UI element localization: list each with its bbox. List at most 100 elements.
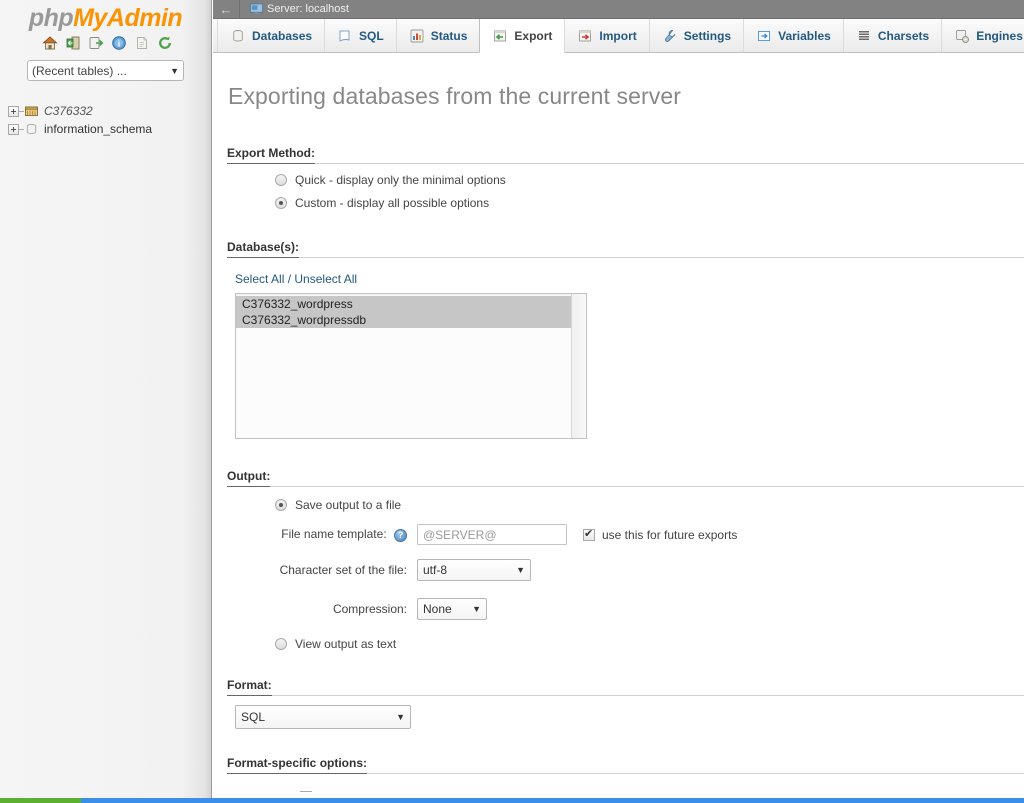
radio-save-to-file-label: Save output to a file xyxy=(295,498,402,512)
database-listbox[interactable]: C376332_wordpress C376332_wordpressdb xyxy=(235,293,587,439)
tab-label: Status xyxy=(430,28,468,43)
recent-tables-select[interactable]: (Recent tables) ... ▼ xyxy=(27,60,184,82)
format-value: SQL xyxy=(241,710,266,724)
phpmyadmin-export-page: phpMyAdmin i (Recent tables) ... ▼ C3763… xyxy=(0,0,1024,803)
tab-export[interactable]: Export xyxy=(479,19,566,53)
chevron-down-icon: ▼ xyxy=(170,65,179,76)
tab-settings[interactable]: Settings xyxy=(648,19,745,52)
database-icon xyxy=(26,124,37,135)
select-all-link[interactable]: Select All xyxy=(235,272,284,286)
svg-text:i: i xyxy=(118,40,120,49)
tab-import[interactable]: Import xyxy=(564,19,650,52)
export-icon xyxy=(494,30,507,41)
page-loading-bar-progress xyxy=(0,798,81,803)
tab-label: Databases xyxy=(252,28,313,43)
listbox-scrollbar[interactable] xyxy=(571,294,586,438)
database-listbox-items: C376332_wordpress C376332_wordpressdb xyxy=(236,294,586,328)
unselect-all-link[interactable]: Unselect All xyxy=(294,272,357,286)
tab-charsets[interactable]: Charsets xyxy=(842,19,943,52)
display-comments-row[interactable]: Display comments (includes info such as … xyxy=(300,789,1024,792)
radio-view-as-text-label: View output as text xyxy=(295,637,397,651)
back-arrow-icon[interactable]: ← xyxy=(213,2,239,17)
tab-label: Charsets xyxy=(877,28,930,43)
status-icon xyxy=(410,29,424,42)
display-comments-checkbox[interactable] xyxy=(300,789,312,792)
future-exports-label: use this for future exports xyxy=(602,527,738,542)
select-all-links: Select All / Unselect All xyxy=(235,272,1024,286)
tab-databases[interactable]: Databases xyxy=(217,19,326,52)
expander-plus-icon[interactable] xyxy=(8,105,19,117)
recent-tables-wrap: (Recent tables) ... ▼ xyxy=(0,51,211,82)
recent-tables-value: (Recent tables) ... xyxy=(32,63,127,78)
databases-legend: Database(s): xyxy=(227,240,1024,258)
radio-custom-indicator[interactable] xyxy=(275,197,287,209)
radio-custom[interactable]: Custom - display all possible options xyxy=(275,196,1024,210)
export-method-legend-text: Export Method: xyxy=(227,146,315,164)
radio-quick-label: Quick - display only the minimal options xyxy=(295,173,506,187)
charset-label: Character set of the file: xyxy=(279,563,407,577)
output-legend-text: Output: xyxy=(227,469,271,487)
format-select[interactable]: SQL ▼ xyxy=(235,705,411,729)
doc-icon[interactable] xyxy=(134,35,150,51)
help-info-icon[interactable]: i xyxy=(111,35,127,51)
display-comments-label: Display comments xyxy=(320,790,418,792)
main-tabbar: Databases SQL Status Export Import Setti… xyxy=(213,19,1024,53)
format-specific-legend-text: Format-specific options: xyxy=(227,756,368,774)
file-name-template-label: File name template: xyxy=(281,527,387,541)
server-exit-icon[interactable] xyxy=(65,35,81,51)
radio-quick-indicator[interactable] xyxy=(275,174,287,186)
file-name-template-label-wrap: File name template: ? xyxy=(227,527,417,542)
server-bar: ← Server: localhost xyxy=(213,0,1024,19)
logo-php-text: php xyxy=(28,4,74,32)
radio-view-as-text-indicator[interactable] xyxy=(275,638,287,650)
radio-quick[interactable]: Quick - display only the minimal options xyxy=(275,173,1024,187)
tree-label-information-schema: information_schema xyxy=(44,122,153,137)
sql-icon xyxy=(339,30,350,42)
radio-custom-label: Custom - display all possible options xyxy=(295,196,490,210)
tab-sql[interactable]: SQL xyxy=(324,19,397,52)
reload-icon[interactable] xyxy=(157,35,173,51)
logo-my-text: My xyxy=(73,4,107,32)
tree-item-c376332[interactable]: C376332 xyxy=(8,102,211,120)
engines-icon xyxy=(956,29,970,43)
file-name-template-row: File name template: ? @SERVER@ use this … xyxy=(227,524,1024,545)
file-name-template-input[interactable]: @SERVER@ xyxy=(417,524,567,545)
tab-variables[interactable]: Variables xyxy=(743,19,844,52)
tab-label: Variables xyxy=(778,28,831,43)
links-separator: / xyxy=(287,272,292,286)
tab-status[interactable]: Status xyxy=(395,19,481,52)
future-exports-checkbox[interactable] xyxy=(583,527,595,541)
sidebar-nav-icons: i xyxy=(0,35,211,51)
export-form: Exporting databases from the current ser… xyxy=(213,53,1024,792)
expander-plus-icon[interactable] xyxy=(8,123,19,135)
phpmyadmin-logo[interactable]: phpMyAdmin xyxy=(0,0,211,31)
future-exports-checkbox-row[interactable]: use this for future exports xyxy=(583,527,738,542)
chevron-down-icon: ▼ xyxy=(516,565,525,575)
tab-label: Import xyxy=(599,28,637,43)
page-title: Exporting databases from the current ser… xyxy=(228,83,682,109)
tab-engines[interactable]: Engines xyxy=(941,19,1024,52)
radio-view-as-text[interactable]: View output as text xyxy=(275,637,1024,651)
page-loading-bar xyxy=(0,798,1024,803)
display-comments-note: (includes info such as export timestamp,… xyxy=(426,790,819,792)
tree-item-information-schema[interactable]: information_schema xyxy=(8,120,211,138)
logo-admin-text: Admin xyxy=(106,4,183,32)
logout-icon[interactable] xyxy=(88,35,104,51)
help-icon[interactable]: ? xyxy=(394,529,407,542)
server-label-wrap: Server: localhost xyxy=(240,3,349,15)
radio-save-to-file-indicator[interactable] xyxy=(275,499,287,511)
list-item[interactable]: C376332_wordpressdb xyxy=(236,312,586,328)
database-active-icon xyxy=(25,106,38,117)
compression-select[interactable]: None ▼ xyxy=(417,598,487,620)
compression-row: Compression: None ▼ xyxy=(227,598,1024,620)
charset-row: Character set of the file: utf-8 ▼ xyxy=(227,559,1024,581)
server-label: Server: localhost xyxy=(267,3,349,15)
list-item[interactable]: C376332_wordpress xyxy=(236,296,586,312)
charset-select[interactable]: utf-8 ▼ xyxy=(417,559,531,581)
compression-value: None xyxy=(423,602,452,616)
tab-label: Settings xyxy=(683,28,732,43)
home-icon[interactable] xyxy=(42,35,58,51)
radio-save-to-file[interactable]: Save output to a file xyxy=(275,498,1024,512)
format-specific-legend: Format-specific options: xyxy=(227,756,1024,774)
import-icon xyxy=(579,30,592,41)
